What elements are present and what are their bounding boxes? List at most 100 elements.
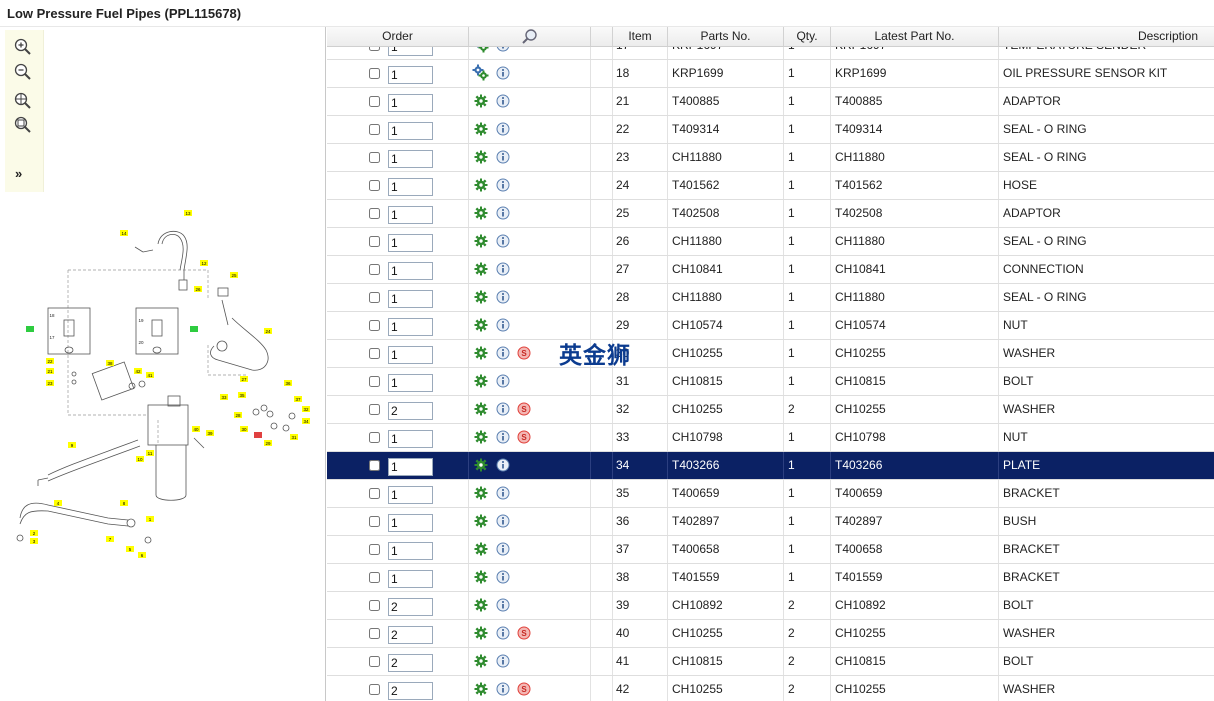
order-qty-input[interactable] — [388, 598, 433, 616]
table-row[interactable]: S40CH102552CH10255WASHER — [327, 620, 1214, 648]
info-icon[interactable] — [496, 66, 510, 80]
table-row[interactable]: S33CH107981CH10798NUT — [327, 424, 1214, 452]
kit-parts-icon[interactable] — [472, 64, 489, 81]
info-icon[interactable] — [496, 682, 510, 696]
select-checkbox[interactable] — [369, 628, 380, 639]
latest-part-cell[interactable]: T401559 — [831, 564, 999, 591]
part-number-cell[interactable]: CH10892 — [668, 592, 784, 619]
order-qty-input[interactable] — [388, 402, 433, 420]
info-icon[interactable] — [496, 514, 510, 528]
table-row[interactable]: 29CH105741CH10574NUT — [327, 312, 1214, 340]
part-gear-icon[interactable] — [474, 262, 488, 276]
info-icon[interactable] — [496, 458, 510, 472]
info-icon[interactable] — [496, 598, 510, 612]
info-icon[interactable] — [496, 290, 510, 304]
order-qty-input[interactable] — [388, 682, 433, 700]
latest-part-cell[interactable]: CH11880 — [831, 228, 999, 255]
select-checkbox[interactable] — [369, 600, 380, 611]
part-gear-icon[interactable] — [474, 150, 488, 164]
order-qty-input[interactable] — [388, 542, 433, 560]
select-checkbox[interactable] — [369, 348, 380, 359]
select-checkbox[interactable] — [369, 656, 380, 667]
part-gear-icon[interactable] — [474, 430, 488, 444]
table-row[interactable]: 28CH118801CH11880SEAL - O RING — [327, 284, 1214, 312]
zoom-out-icon[interactable] — [13, 62, 33, 82]
part-gear-icon[interactable] — [474, 458, 488, 472]
part-gear-icon[interactable] — [474, 290, 488, 304]
info-icon[interactable] — [496, 234, 510, 248]
col-latest-part-no[interactable]: Latest Part No. — [831, 27, 999, 46]
order-qty-input[interactable] — [388, 178, 433, 196]
part-number-cell[interactable]: CH10255 — [668, 620, 784, 647]
part-gear-icon[interactable] — [474, 654, 488, 668]
search-icon[interactable] — [521, 28, 539, 45]
select-checkbox[interactable] — [369, 264, 380, 275]
info-icon[interactable] — [496, 402, 510, 416]
exploded-parts-diagram[interactable]: 13 14 12 26 25 24 18 17 19 20 22 21 23 3… — [8, 200, 318, 560]
info-icon[interactable] — [496, 150, 510, 164]
info-icon[interactable] — [496, 570, 510, 584]
select-checkbox[interactable] — [369, 572, 380, 583]
part-number-cell[interactable]: T400659 — [668, 480, 784, 507]
part-gear-icon[interactable] — [474, 570, 488, 584]
part-gear-icon[interactable] — [474, 542, 488, 556]
part-gear-icon[interactable] — [474, 178, 488, 192]
table-row[interactable]: 23CH118801CH11880SEAL - O RING — [327, 144, 1214, 172]
table-row[interactable]: S32CH102552CH10255WASHER — [327, 396, 1214, 424]
table-row[interactable]: 25T4025081T402508ADAPTOR — [327, 200, 1214, 228]
latest-part-cell[interactable]: CH10255 — [831, 340, 999, 367]
select-checkbox[interactable] — [369, 320, 380, 331]
part-gear-icon[interactable] — [474, 318, 488, 332]
part-number-cell[interactable]: T400658 — [668, 536, 784, 563]
select-checkbox[interactable] — [369, 96, 380, 107]
part-number-cell[interactable]: T401562 — [668, 172, 784, 199]
table-row[interactable]: 31CH108151CH10815BOLT — [327, 368, 1214, 396]
order-qty-input[interactable] — [388, 374, 433, 392]
part-gear-icon[interactable] — [474, 598, 488, 612]
col-description[interactable]: Description — [999, 27, 1214, 46]
select-checkbox[interactable] — [369, 404, 380, 415]
select-checkbox[interactable] — [369, 544, 380, 555]
order-qty-input[interactable] — [388, 318, 433, 336]
latest-part-cell[interactable]: CH10841 — [831, 256, 999, 283]
order-qty-input[interactable] — [388, 234, 433, 252]
table-row[interactable]: 34T4032661T403266PLATE — [327, 452, 1214, 480]
part-number-cell[interactable]: T403266 — [668, 452, 784, 479]
table-row[interactable]: 36T4028971T402897BUSH — [327, 508, 1214, 536]
part-number-cell[interactable]: T402508 — [668, 200, 784, 227]
order-qty-input[interactable] — [388, 570, 433, 588]
part-number-cell[interactable]: CH10815 — [668, 648, 784, 675]
table-row[interactable]: 21T4008851T400885ADAPTOR — [327, 88, 1214, 116]
col-qty[interactable]: Qty. — [784, 27, 831, 46]
select-checkbox[interactable] — [369, 376, 380, 387]
order-qty-input[interactable] — [388, 654, 433, 672]
part-gear-icon[interactable] — [474, 94, 488, 108]
order-qty-input[interactable] — [388, 150, 433, 168]
part-number-cell[interactable]: T402897 — [668, 508, 784, 535]
order-qty-input[interactable] — [388, 66, 433, 84]
part-number-cell[interactable]: CH10798 — [668, 424, 784, 451]
select-checkbox[interactable] — [369, 68, 380, 79]
table-row[interactable]: 24T4015621T401562HOSE — [327, 172, 1214, 200]
part-gear-icon[interactable] — [474, 486, 488, 500]
part-number-cell[interactable]: KRP1699 — [668, 60, 784, 87]
part-number-cell[interactable]: T401559 — [668, 564, 784, 591]
zoom-fit-icon[interactable] — [13, 115, 33, 135]
part-number-cell[interactable]: T400885 — [668, 88, 784, 115]
part-number-cell[interactable]: CH10841 — [668, 256, 784, 283]
part-gear-icon[interactable] — [474, 374, 488, 388]
part-gear-icon[interactable] — [474, 206, 488, 220]
latest-part-cell[interactable]: T402897 — [831, 508, 999, 535]
latest-part-cell[interactable]: CH11880 — [831, 144, 999, 171]
part-gear-icon[interactable] — [474, 346, 488, 360]
order-qty-input[interactable] — [388, 122, 433, 140]
latest-part-cell[interactable]: CH10892 — [831, 592, 999, 619]
supersession-icon[interactable]: S — [517, 346, 531, 360]
part-number-cell[interactable]: CH10255 — [668, 340, 784, 367]
order-qty-input[interactable] — [388, 206, 433, 224]
table-row[interactable]: S30CH102551CH10255WASHER — [327, 340, 1214, 368]
zoom-area-icon[interactable] — [13, 91, 33, 111]
table-row[interactable]: 27CH108411CH10841CONNECTION — [327, 256, 1214, 284]
info-icon[interactable] — [496, 206, 510, 220]
part-number-cell[interactable]: CH10574 — [668, 312, 784, 339]
